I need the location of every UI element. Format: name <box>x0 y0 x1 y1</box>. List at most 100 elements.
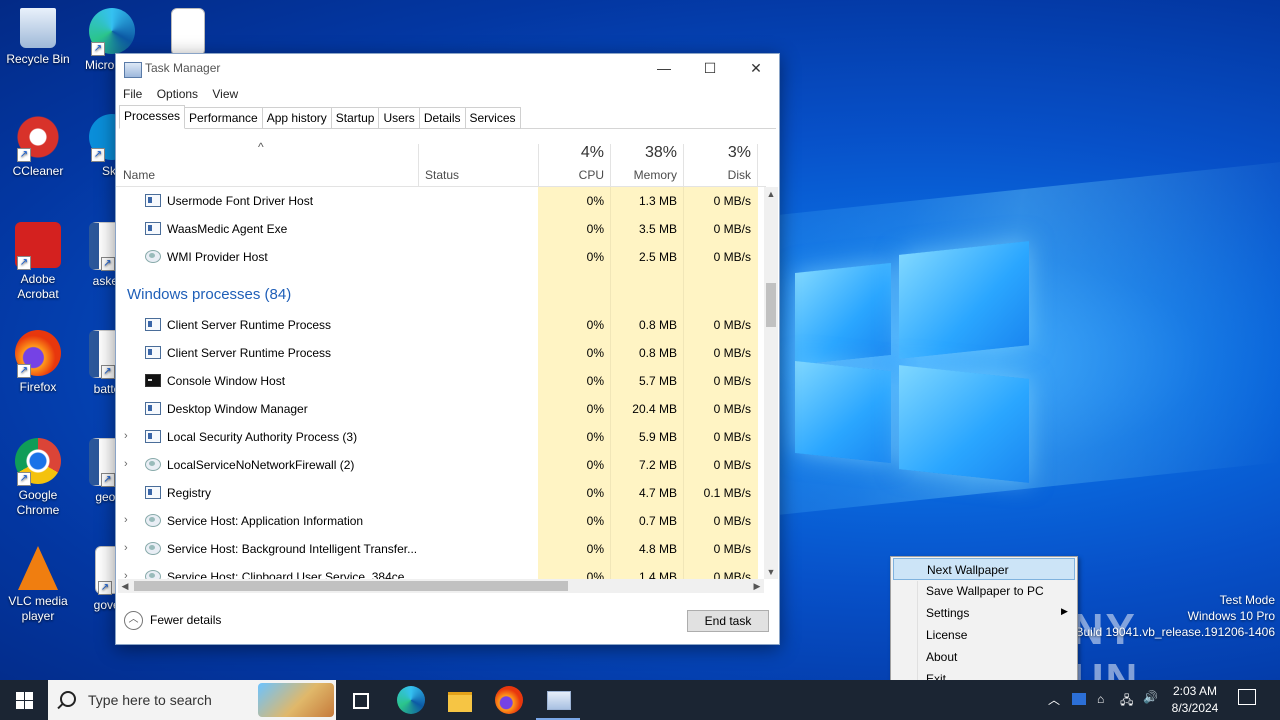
desktop-icon-recycle-bin[interactable]: Recycle Bin <box>0 8 76 67</box>
windows-start-icon <box>16 692 24 700</box>
process-name: Service Host: Application Information <box>167 514 364 528</box>
table-row[interactable]: Desktop Window Manager 0% 20.4 MB 0 MB/s <box>116 395 766 423</box>
tab-startup[interactable]: Startup <box>331 107 380 129</box>
show-hidden-icons-icon[interactable]: ︿ <box>1048 691 1060 708</box>
vertical-scrollbar[interactable]: ▲ ▼ <box>764 187 778 579</box>
table-row[interactable]: › Service Host: Background Intelligent Tr… <box>116 535 766 563</box>
vertical-scroll-thumb[interactable] <box>766 283 776 327</box>
taskbar-search-box[interactable]: Type here to search <box>48 680 336 720</box>
column-memory[interactable]: 38% Memory <box>610 144 684 186</box>
scroll-down-icon[interactable]: ▼ <box>764 565 778 579</box>
memory-value: 20.4 MB <box>632 402 677 416</box>
network-icon[interactable]: 🖧 <box>1120 691 1133 712</box>
menu-item-save-wallpaper[interactable]: Save Wallpaper to PC <box>893 580 1075 602</box>
table-row[interactable]: › Service Host: Application Information 0%… <box>116 507 766 535</box>
table-row[interactable]: Usermode Font Driver Host 0% 1.3 MB 0 MB/s <box>116 187 766 215</box>
table-row[interactable]: Console Window Host 0% 5.7 MB 0 MB/s <box>116 367 766 395</box>
start-button[interactable] <box>0 680 48 720</box>
process-icon <box>145 458 161 471</box>
volume-icon[interactable]: 🔊 <box>1143 690 1158 704</box>
tab-services[interactable]: Services <box>465 107 521 129</box>
disk-value: 0 MB/s <box>713 570 751 579</box>
table-row[interactable]: WMI Provider Host 0% 2.5 MB 0 MB/s <box>116 243 766 271</box>
memory-value: 5.9 MB <box>638 430 677 444</box>
table-row[interactable]: › LocalServiceNoNetworkFirewall (2) 0% 7.2 … <box>116 451 766 479</box>
column-header: ^ Name Status 4% CPU 38% Memory 3% Disk <box>116 140 766 187</box>
table-row[interactable]: › Service Host: Clipboard User Service_38… <box>116 563 766 579</box>
memory-value: 0.8 MB <box>638 346 677 360</box>
task-manager-taskbar-icon[interactable] <box>536 686 580 720</box>
scroll-up-icon[interactable]: ▲ <box>764 187 778 201</box>
maximize-button[interactable]: ☐ <box>687 54 733 84</box>
desktop-icon-firefox[interactable]: ↗ Firefox <box>0 330 76 395</box>
column-disk[interactable]: 3% Disk <box>683 144 758 186</box>
end-task-button[interactable]: End task <box>687 610 769 632</box>
task-manager-icon <box>124 62 142 78</box>
column-cpu[interactable]: 4% CPU <box>538 144 611 186</box>
desktop-icon-ccleaner[interactable]: ↗ CCleaner <box>0 114 76 179</box>
menu-options[interactable]: Options <box>153 84 202 104</box>
memory-value: 5.7 MB <box>638 374 677 388</box>
expand-chevron-icon[interactable]: › <box>124 514 128 526</box>
action-tray-icon[interactable]: ⌂ <box>1097 692 1104 706</box>
search-highlight-image <box>258 683 334 717</box>
column-name[interactable]: ^ Name <box>116 140 419 186</box>
menu-item-settings[interactable]: Settings ▶ <box>893 602 1075 624</box>
taskbar: Type here to search ︿ ⌂ 🖧 🔊 2:03 AM 8/3/… <box>0 680 1280 720</box>
table-row[interactable]: WaasMedic Agent Exe 0% 3.5 MB 0 MB/s <box>116 215 766 243</box>
menu-item-license[interactable]: License <box>893 624 1075 646</box>
title-bar[interactable]: Task Manager — ☐ ✕ <box>116 54 779 84</box>
tab-performance[interactable]: Performance <box>185 107 263 129</box>
cpu-value: 0% <box>586 346 604 360</box>
disk-value: 0 MB/s <box>713 430 751 444</box>
table-row[interactable]: Registry 0% 4.7 MB 0.1 MB/s <box>116 479 766 507</box>
close-button[interactable]: ✕ <box>733 54 779 84</box>
table-row[interactable]: Client Server Runtime Process 0% 0.8 MB 0 M… <box>116 339 766 367</box>
cpu-value: 0% <box>586 318 604 332</box>
table-row[interactable]: Client Server Runtime Process 0% 0.8 MB 0 M… <box>116 311 766 339</box>
menu-view[interactable]: View <box>208 84 242 104</box>
disk-value: 0 MB/s <box>713 222 751 236</box>
process-icon <box>145 250 161 263</box>
os-watermark: Test Mode Windows 10 Pro Build 19041.vb_… <box>1075 593 1276 639</box>
image-file-icon <box>171 8 205 56</box>
notifications-icon[interactable] <box>1238 689 1256 705</box>
tab-details[interactable]: Details <box>419 107 466 129</box>
firefox-taskbar-icon[interactable] <box>495 686 523 714</box>
menu-item-next-wallpaper[interactable]: Next Wallpaper <box>893 558 1075 580</box>
horizontal-scroll-thumb[interactable] <box>134 581 568 591</box>
submenu-arrow-icon: ▶ <box>1061 606 1068 616</box>
cpu-value: 0% <box>586 514 604 528</box>
process-icon <box>145 542 161 555</box>
cpu-value: 0% <box>586 570 604 579</box>
process-name: Console Window Host <box>167 374 286 388</box>
expand-chevron-icon[interactable]: › <box>124 430 128 442</box>
task-view-icon[interactable] <box>348 686 376 714</box>
memory-value: 1.3 MB <box>638 194 677 208</box>
file-explorer-icon[interactable] <box>446 686 474 714</box>
edge-taskbar-icon[interactable] <box>397 686 425 714</box>
table-row[interactable]: › Local Security Authority Process (3) 0% 5… <box>116 423 766 451</box>
clock[interactable]: 2:03 AM 8/3/2024 <box>1160 683 1230 717</box>
desktop-icon-vlc[interactable]: VLC media player <box>0 546 76 624</box>
desktop-icon-google-chrome[interactable]: ↗ Google Chrome <box>0 438 76 518</box>
group-header-windows-processes[interactable]: Windows processes (84) <box>127 286 291 303</box>
desktop-icon-adobe-acrobat[interactable]: ↗ Adobe Acrobat <box>0 222 76 302</box>
disk-value: 0 MB/s <box>713 346 751 360</box>
scroll-right-icon[interactable]: ▶ <box>750 579 764 593</box>
tab-processes[interactable]: Processes <box>119 105 186 129</box>
expand-chevron-icon[interactable]: › <box>124 542 128 554</box>
cpu-value: 0% <box>586 374 604 388</box>
horizontal-scrollbar[interactable]: ◀ ▶ <box>118 579 764 593</box>
tab-users[interactable]: Users <box>379 107 420 129</box>
menu-file[interactable]: File <box>119 84 146 104</box>
column-status[interactable]: Status <box>418 144 539 186</box>
minimize-button[interactable]: — <box>641 54 687 84</box>
expand-chevron-icon[interactable]: › <box>124 570 128 579</box>
process-name: Service Host: Clipboard User Service_384… <box>167 570 405 579</box>
scroll-left-icon[interactable]: ◀ <box>118 579 132 593</box>
tab-app-history[interactable]: App history <box>262 107 332 129</box>
expand-chevron-icon[interactable]: › <box>124 458 128 470</box>
menu-item-about[interactable]: About <box>893 646 1075 668</box>
wallpaper-app-tray-icon[interactable] <box>1072 693 1086 705</box>
